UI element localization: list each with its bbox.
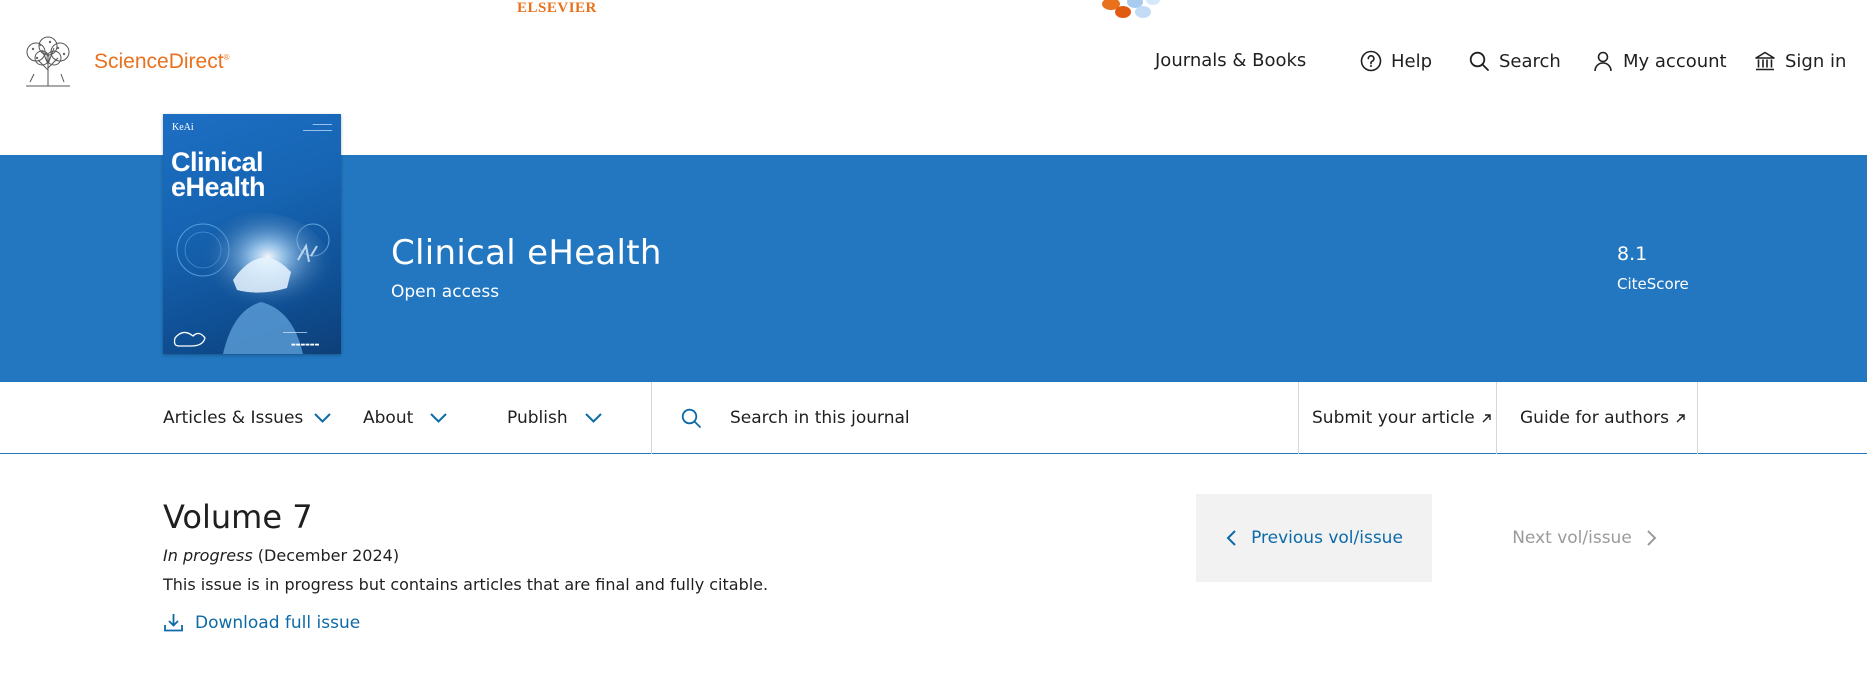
open-access-label: Open access xyxy=(391,282,500,302)
svg-text:━━━━━━━━━━: ━━━━━━━━━━ xyxy=(282,330,308,335)
menu-articles-issues[interactable]: Articles & Issues xyxy=(163,382,332,454)
nav-sign-in[interactable]: Sign in xyxy=(1754,50,1846,72)
journal-subnav: Articles & Issues About Publish Submit y… xyxy=(0,382,1867,454)
next-issue-button: Next vol/issue xyxy=(1478,494,1692,582)
svg-text:▬▬▬▬▬▬: ▬▬▬▬▬▬ xyxy=(291,342,320,348)
nav-my-account[interactable]: My account xyxy=(1592,50,1727,72)
previous-issue-button[interactable]: Previous vol/issue xyxy=(1196,494,1432,582)
institution-icon xyxy=(1755,51,1775,71)
download-label: Download full issue xyxy=(195,612,361,633)
cover-publisher: KeAi xyxy=(172,122,194,133)
journal-title[interactable]: Clinical eHealth xyxy=(391,233,662,273)
volume-note: This issue is in progress but contains a… xyxy=(163,575,769,594)
prev-label: Previous vol/issue xyxy=(1251,528,1403,548)
cover-title: Clinical eHealth xyxy=(171,147,266,202)
citescore-value[interactable]: 8.1 xyxy=(1617,243,1647,265)
divider xyxy=(1298,382,1299,454)
menu-about[interactable]: About xyxy=(363,382,448,454)
volume-title: Volume 7 xyxy=(163,498,313,536)
chevron-right-icon xyxy=(1647,530,1657,546)
volume-status: In progress (December 2024) xyxy=(163,546,400,565)
divider xyxy=(1697,382,1698,454)
elsevier-tree-icon xyxy=(26,36,70,87)
site-header: ScienceDirect® Journals & Books Help Sea… xyxy=(0,22,1867,127)
search-icon xyxy=(681,408,701,428)
menu-label: About xyxy=(363,408,414,428)
guide-for-authors-link[interactable]: Guide for authors xyxy=(1520,382,1686,454)
cover-meta-lines: ━━━━━━━━ ━━━━━━━━━━━━ xyxy=(303,122,332,133)
divider xyxy=(1496,382,1497,454)
cover-artwork: ━━━━━━━━━━ ▬▬▬▬▬▬ xyxy=(173,213,331,354)
journal-cover[interactable]: KeAi ━━━━━━━━ ━━━━━━━━━━━━ Clinical eHealt… xyxy=(163,114,341,354)
citescore-label[interactable]: CiteScore xyxy=(1617,275,1689,293)
download-icon xyxy=(164,614,183,632)
molecule-graphic xyxy=(1102,0,1160,18)
nav-label: Search xyxy=(1499,50,1561,72)
help-circle-icon xyxy=(1360,50,1382,72)
nav-label: Help xyxy=(1391,50,1433,72)
chevron-down-icon xyxy=(314,413,331,423)
nav-label: Journals & Books xyxy=(1155,50,1307,71)
nav-label: Sign in xyxy=(1785,50,1847,72)
nav-journals-books[interactable]: Journals & Books xyxy=(1155,50,1306,71)
link-label: Guide for authors xyxy=(1520,408,1669,428)
menu-label: Publish xyxy=(507,408,568,428)
top-strip: ELSEVIER xyxy=(0,0,1867,22)
chevron-left-icon xyxy=(1226,530,1236,546)
nav-help[interactable]: Help xyxy=(1360,50,1432,72)
nav-label: My account xyxy=(1623,50,1727,72)
external-arrow-icon xyxy=(1482,413,1491,422)
menu-publish[interactable]: Publish xyxy=(507,382,603,454)
chevron-down-icon xyxy=(430,413,447,423)
journal-search xyxy=(652,382,1297,454)
journal-search-input[interactable] xyxy=(730,408,1250,428)
download-full-issue-link[interactable]: Download full issue xyxy=(163,612,360,633)
search-icon xyxy=(1469,51,1489,71)
next-label: Next vol/issue xyxy=(1512,528,1632,548)
submit-article-link[interactable]: Submit your article xyxy=(1312,382,1492,454)
sciencedirect-logo[interactable]: ScienceDirect® xyxy=(20,36,229,88)
nav-search[interactable]: Search xyxy=(1468,50,1561,72)
person-icon xyxy=(1594,51,1612,72)
sciencedirect-wordmark: ScienceDirect® xyxy=(94,50,230,73)
menu-label: Articles & Issues xyxy=(163,408,304,428)
external-arrow-icon xyxy=(1676,413,1685,422)
link-label: Submit your article xyxy=(1312,408,1475,428)
chevron-down-icon xyxy=(584,413,602,423)
elsevier-wordmark: ELSEVIER xyxy=(517,0,597,16)
